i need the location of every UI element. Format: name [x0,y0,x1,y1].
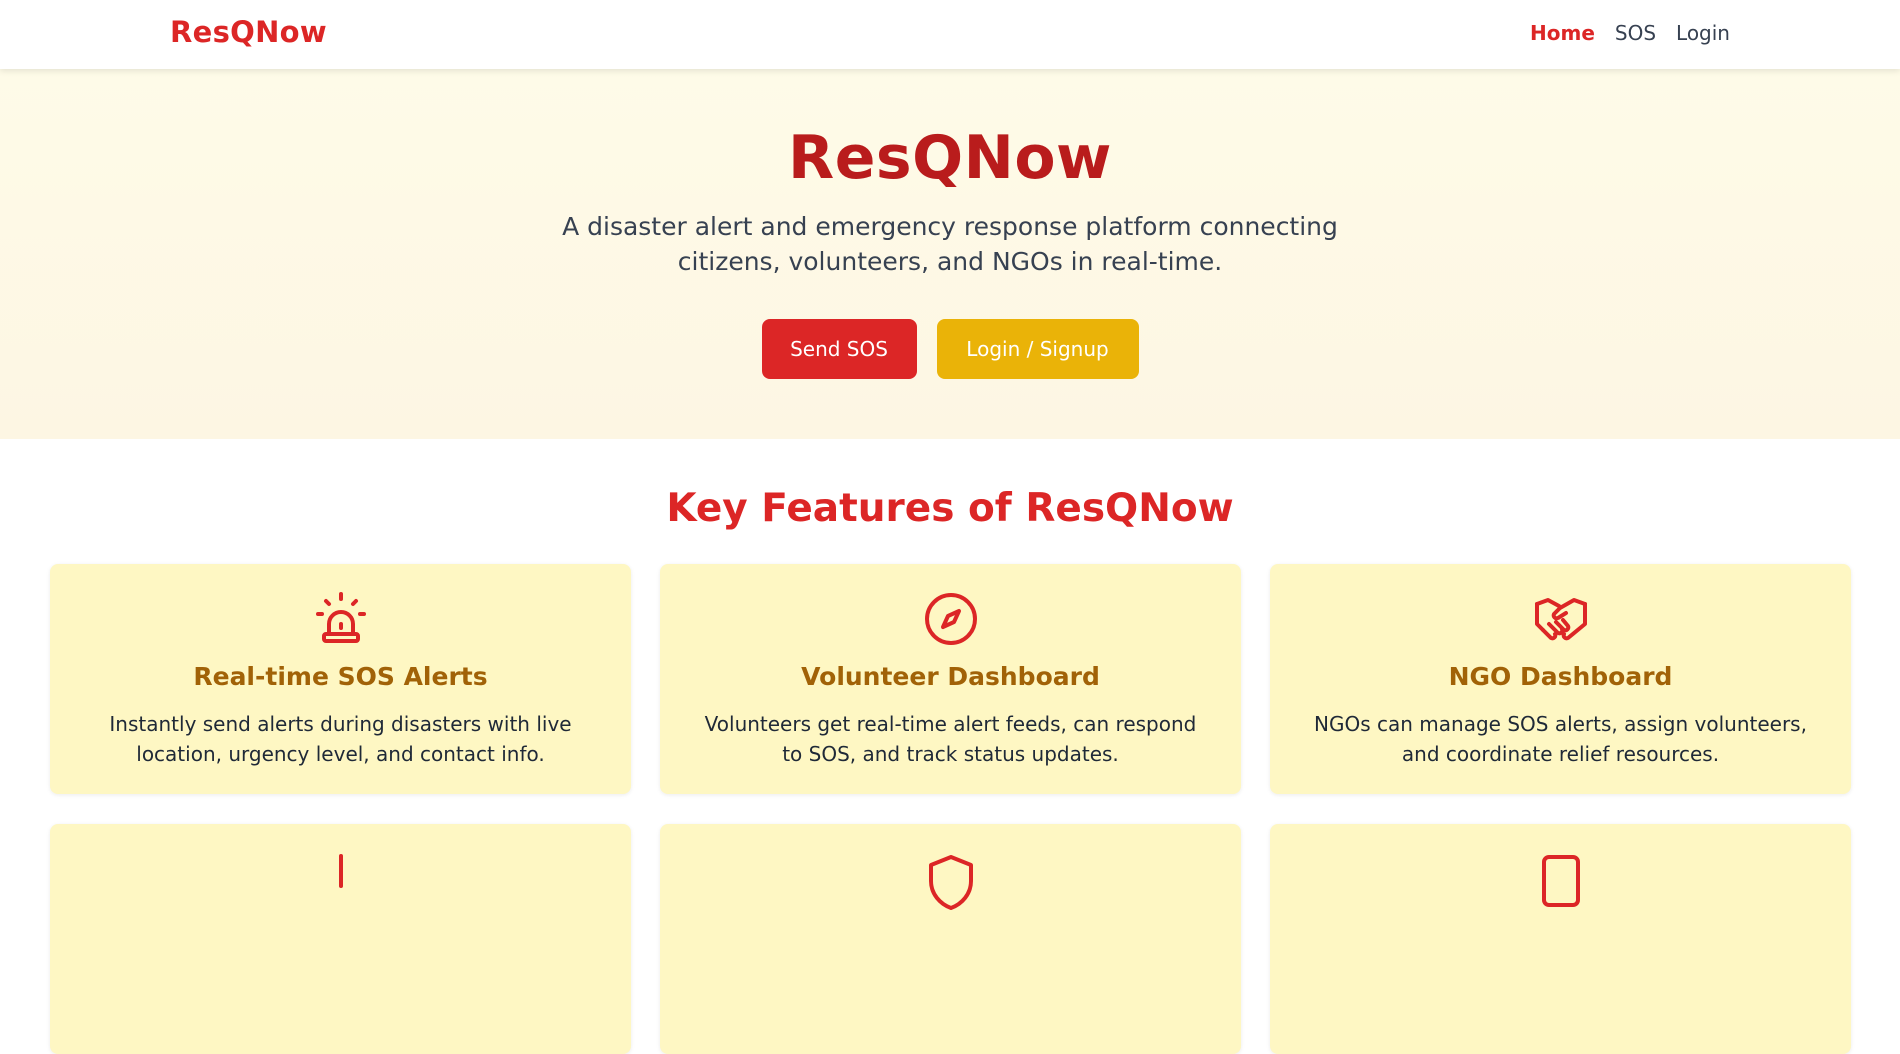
feature-card-desc: Volunteers get real-time alert feeds, ca… [704,712,1197,766]
compass-icon [922,590,980,648]
siren-icon [312,590,370,648]
nav-link-sos[interactable]: SOS [1615,21,1656,45]
feature-card [660,824,1241,1054]
pin-icon [312,854,370,912]
hero-subtitle: A disaster alert and emergency response … [562,212,1338,276]
features-title: Key Features of ResQNow [666,486,1234,531]
device-icon [1532,854,1590,912]
feature-card [50,824,631,1054]
handshake-icon [1532,590,1590,648]
nav-links: Home SOS Login [1530,21,1730,45]
nav-link-home[interactable]: Home [1530,21,1595,45]
top-navbar: ResQNow Home SOS Login [0,0,1900,69]
login-signup-button[interactable]: Login / Signup [936,319,1139,379]
feature-card-desc: Instantly send alerts during disasters w… [109,712,572,766]
feature-card-title: Volunteer Dashboard [801,662,1100,691]
feature-card-volunteer-dashboard: Volunteer Dashboard Volunteers get real-… [660,564,1241,794]
feature-card-sos-alerts: Real-time SOS Alerts Instantly send aler… [50,564,631,794]
feature-card-desc: NGOs can manage SOS alerts, assign volun… [1314,712,1807,766]
hero-actions: Send SOS Login / Signup [0,319,1900,379]
brand-logo[interactable]: ResQNow [170,15,327,49]
hero-title: ResQNow [788,123,1112,193]
feature-card-title: NGO Dashboard [1448,662,1673,691]
nav-link-login[interactable]: Login [1676,21,1730,45]
hero-section: ResQNow A disaster alert and emergency r… [0,69,1900,439]
send-sos-button[interactable]: Send SOS [761,319,917,379]
feature-card [1270,824,1851,1054]
shield-icon [922,854,980,912]
feature-card-title: Real-time SOS Alerts [193,662,488,691]
feature-card-ngo-dashboard: NGO Dashboard NGOs can manage SOS alerts… [1270,564,1851,794]
